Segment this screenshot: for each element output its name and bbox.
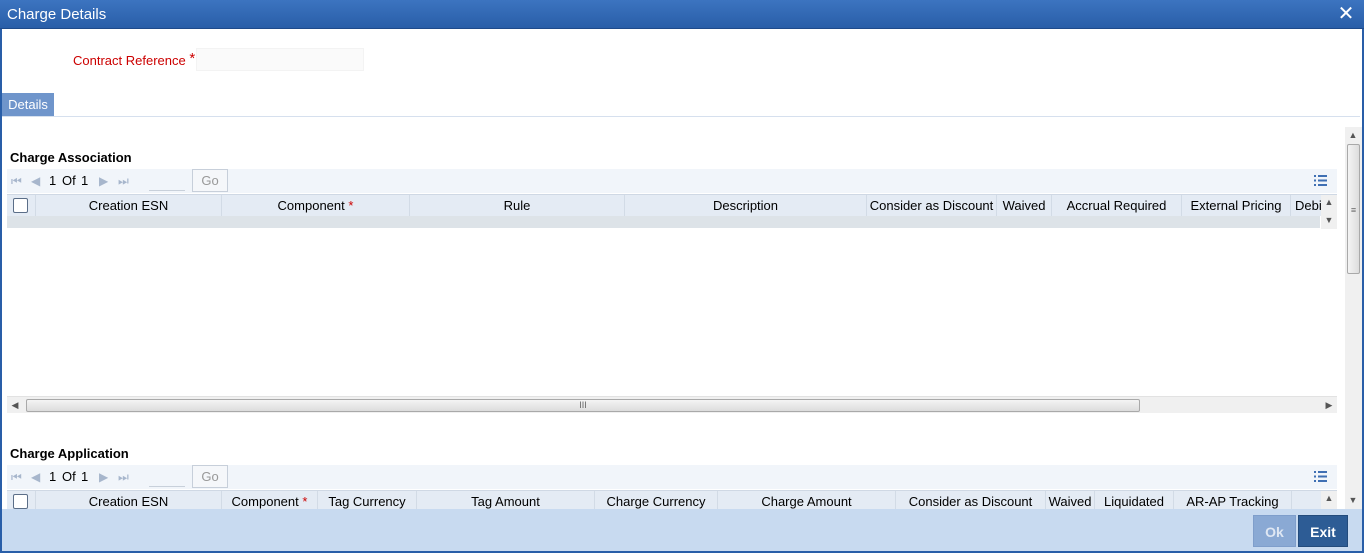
go-button[interactable]: Go (192, 169, 228, 192)
column-header[interactable]: Component * (222, 195, 410, 217)
page-number-input[interactable] (149, 467, 185, 487)
total-pages: 1 (81, 469, 89, 484)
charge-association-pager: ⏮ ◀ 1 Of 1 ▶ ⏭ Go (7, 169, 1337, 193)
select-all-checkbox[interactable] (13, 198, 28, 213)
scroll-down-icon[interactable]: ▼ (1345, 495, 1361, 505)
column-header[interactable]: Tag Currency (318, 491, 417, 509)
horizontal-scrollbar[interactable]: ◀ III ▶ (7, 396, 1337, 413)
contract-reference-label: Contract Reference * (73, 50, 196, 70)
first-page-icon[interactable]: ⏮ (11, 470, 22, 485)
scroll-left-icon[interactable]: ◀ (7, 400, 23, 411)
column-header[interactable]: Waived (1046, 491, 1095, 509)
scrollbar-thumb[interactable]: ≡ (1347, 144, 1360, 274)
select-all-column (7, 195, 36, 217)
required-marker: * (189, 50, 196, 67)
dialog-footer: Ok Exit (2, 509, 1362, 551)
previous-page-icon[interactable]: ◀ (31, 174, 40, 188)
page-vertical-scrollbar[interactable]: ▲ ≡ ▼ (1345, 127, 1362, 509)
page-of-label: Of (62, 173, 76, 188)
charge-association-title: Charge Association (10, 150, 132, 165)
column-header[interactable]: Rule (410, 195, 625, 217)
column-header[interactable]: Charge Currency (595, 491, 718, 509)
column-header[interactable]: Creation ESN (36, 195, 222, 217)
charge-association-header: Creation ESN Component * Rule Descriptio… (7, 194, 1337, 229)
page-number-input[interactable] (149, 171, 185, 191)
scroll-right-icon[interactable]: ▶ (1321, 400, 1337, 411)
previous-page-icon[interactable]: ◀ (31, 470, 40, 484)
current-page: 1 (49, 173, 57, 188)
grid-vertical-scrollbar[interactable]: ▲ ▼ (1321, 195, 1337, 229)
first-page-icon[interactable]: ⏮ (11, 174, 22, 189)
last-page-icon[interactable]: ⏭ (118, 470, 129, 485)
last-page-icon[interactable]: ⏭ (118, 174, 129, 189)
tab-details[interactable]: Details (2, 93, 54, 116)
window-titlebar: Charge Details ✕ (0, 0, 1364, 29)
column-header[interactable]: Consider as Discount (867, 195, 997, 217)
list-view-icon[interactable] (1314, 470, 1327, 483)
total-pages: 1 (81, 173, 89, 188)
column-header[interactable]: Accrual Required (1052, 195, 1182, 217)
column-header[interactable]: AR-AP Tracking (1174, 491, 1292, 509)
exit-button[interactable]: Exit (1298, 515, 1348, 547)
column-header[interactable]: Component * (222, 491, 318, 509)
column-header[interactable]: Liquidated (1095, 491, 1174, 509)
column-header[interactable]: Consider as Discount (896, 491, 1046, 509)
column-header[interactable]: Creation ESN (36, 491, 222, 509)
select-all-checkbox[interactable] (13, 494, 28, 509)
select-all-column (7, 491, 36, 509)
grid-vertical-scrollbar[interactable]: ▲ (1321, 491, 1337, 509)
scrollbar-thumb[interactable]: III (26, 399, 1140, 412)
scroll-up-icon[interactable]: ▲ (1321, 493, 1337, 503)
scroll-up-icon[interactable]: ▲ (1321, 197, 1337, 207)
column-header[interactable]: Charge Amount (718, 491, 896, 509)
tab-divider (2, 116, 1360, 117)
scroll-down-icon[interactable]: ▼ (1321, 215, 1337, 225)
ok-button[interactable]: Ok (1253, 515, 1296, 547)
column-header[interactable]: Description (625, 195, 867, 217)
next-page-icon[interactable]: ▶ (99, 174, 108, 188)
charge-application-title: Charge Application (10, 446, 129, 461)
page-of-label: Of (62, 469, 76, 484)
charge-application-header: Creation ESN Component * Tag Currency Ta… (7, 490, 1337, 509)
current-page: 1 (49, 469, 57, 484)
close-icon[interactable]: ✕ (1336, 3, 1356, 25)
contract-reference-label-text: Contract Reference (73, 53, 186, 68)
window-title: Charge Details (7, 6, 107, 23)
column-header[interactable]: Waived (997, 195, 1052, 217)
contract-reference-input[interactable] (196, 48, 364, 71)
next-page-icon[interactable]: ▶ (99, 470, 108, 484)
column-header[interactable]: Debi (1291, 195, 1321, 217)
scroll-up-icon[interactable]: ▲ (1345, 130, 1361, 140)
column-header[interactable]: Tag Amount (417, 491, 595, 509)
table-row[interactable] (7, 216, 1320, 228)
column-header[interactable]: External Pricing (1182, 195, 1291, 217)
charge-application-pager: ⏮ ◀ 1 Of 1 ▶ ⏭ Go (7, 465, 1337, 489)
list-view-icon[interactable] (1314, 174, 1327, 187)
go-button[interactable]: Go (192, 465, 228, 488)
